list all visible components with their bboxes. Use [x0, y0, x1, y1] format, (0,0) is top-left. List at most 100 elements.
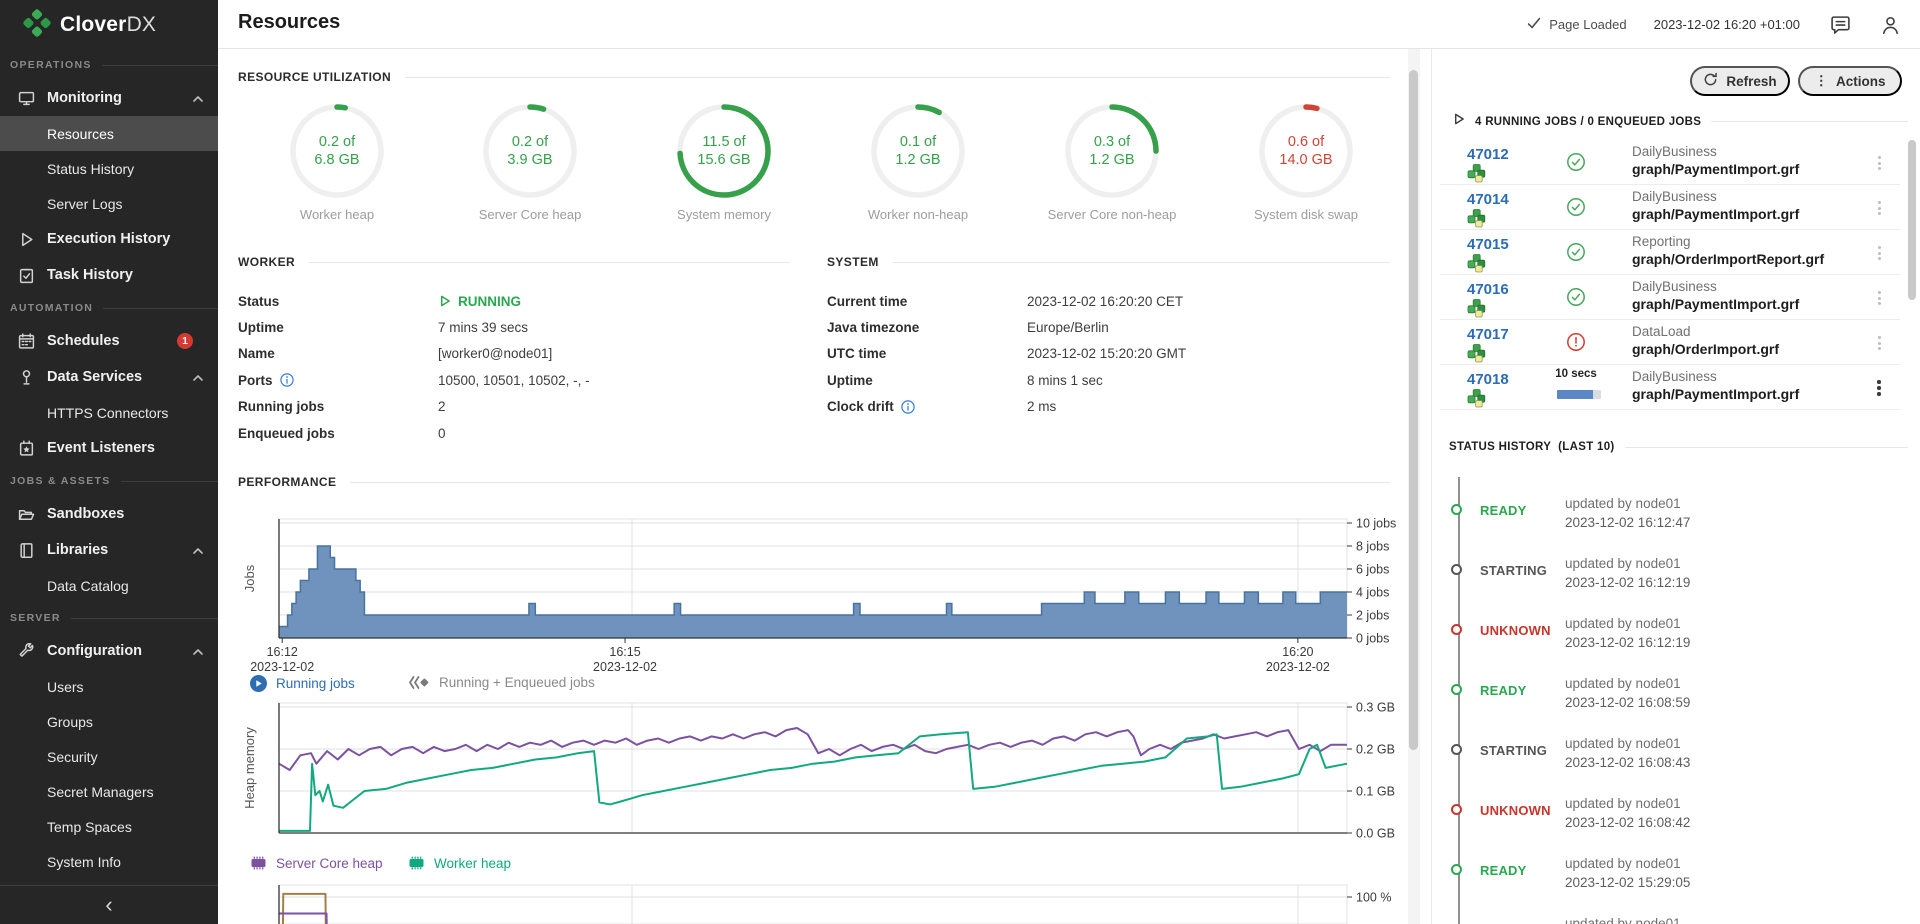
sidebar-item-event-listeners[interactable]: Event Listeners — [0, 430, 218, 466]
feedback-bubble-icon[interactable] — [1830, 15, 1850, 35]
sidebar-item-resources[interactable]: Resources — [0, 116, 218, 151]
sidebar-item-temp-spaces[interactable]: Temp Spaces — [0, 809, 218, 844]
sidebar-item-status-history[interactable]: Status History — [0, 151, 218, 186]
info-row-current-time: Current time2023-12-02 16:20:20 CET — [827, 288, 1183, 314]
job-id-link[interactable]: 47016 — [1467, 281, 1509, 298]
legend-item-running-enqueued-jobs[interactable]: Running + Enqueued jobs — [408, 675, 595, 690]
right-panel: Refresh ⋮ Actions 4 RUNNING JOBS / 0 ENQ… — [1432, 49, 1920, 924]
sidebar-item-task-history[interactable]: Task History — [0, 257, 218, 293]
heap-memory-chart: 0.3 GB0.2 GB0.1 GB0.0 GBHeap memory — [238, 695, 1404, 845]
success-circle-icon — [1566, 197, 1586, 222]
status-dot — [1451, 684, 1462, 695]
job-status — [1558, 242, 1594, 267]
svg-text:0.2 GB: 0.2 GB — [1356, 743, 1395, 757]
sidebar-item-system-info[interactable]: System Info — [0, 844, 218, 879]
job-progress-bar — [1557, 390, 1601, 399]
sidebar-item-security[interactable]: Security — [0, 739, 218, 774]
svg-text:2023-12-02: 2023-12-02 — [250, 660, 314, 674]
app-logo[interactable]: CloverDX — [0, 0, 218, 50]
refresh-button[interactable]: Refresh — [1690, 66, 1790, 96]
calendar-icon — [18, 333, 35, 350]
legend-item-server-core-heap[interactable]: Server Core heap — [250, 855, 383, 871]
svg-text:0.3 GB: 0.3 GB — [1356, 701, 1395, 715]
status-label: READY — [1480, 863, 1527, 878]
page-title: Resources — [238, 11, 340, 34]
job-id-link[interactable]: 47014 — [1467, 191, 1509, 208]
info-row-ports: Ports10500, 10501, 10502, -, - — [238, 367, 590, 393]
user-account-icon[interactable] — [1880, 15, 1900, 35]
job-duration: 10 secs — [1540, 368, 1612, 380]
svg-text:0.0 GB: 0.0 GB — [1356, 827, 1395, 841]
job-sandbox: DailyBusiness — [1632, 279, 1717, 294]
svg-text:Jobs: Jobs — [242, 564, 257, 592]
gauge-label: Worker non-heap — [853, 207, 983, 222]
job-id-link[interactable]: 47017 — [1467, 326, 1509, 343]
job-id-link[interactable]: 47015 — [1467, 236, 1509, 253]
info-icon[interactable] — [280, 373, 294, 387]
job-sandbox: DailyBusiness — [1632, 144, 1717, 159]
sidebar-item-data-catalog[interactable]: Data Catalog — [0, 568, 218, 603]
sidebar-item-configuration[interactable]: Configuration — [0, 633, 218, 669]
job-row-47016[interactable]: 47016 DailyBusiness graph/PaymentImport.… — [1440, 275, 1900, 320]
gauge-label: Server Core non-heap — [1047, 207, 1177, 222]
status-history-header: STATUS HISTORY (LAST 10) — [1449, 441, 1908, 453]
sidebar-collapse-button[interactable]: ‹ — [0, 885, 218, 924]
info-icon[interactable] — [901, 400, 915, 414]
schedules-badge: 1 — [177, 333, 193, 349]
sidebar-item-server-logs[interactable]: Server Logs — [0, 186, 218, 221]
topbar: Resources Page Loaded 2023-12-02 16:20 +… — [218, 0, 1920, 49]
gauge-worker-heap: 0.2 of6.8 GB Worker heap — [272, 103, 402, 231]
info-row-java-timezone: Java timezoneEurope/Berlin — [827, 314, 1109, 340]
status-updated-by: updated by node01 — [1565, 496, 1681, 511]
job-row-47012[interactable]: 47012 DailyBusiness graph/PaymentImport.… — [1440, 140, 1900, 185]
job-path: graph/PaymentImport.grf — [1632, 386, 1799, 402]
status-updated-by: updated by node01 — [1565, 796, 1681, 811]
enqueued-jobs-icon — [408, 675, 430, 690]
job-id-link[interactable]: 47018 — [1467, 371, 1509, 388]
status-dot — [1451, 624, 1462, 635]
sidebar-item-secret-managers[interactable]: Secret Managers — [0, 774, 218, 809]
kebab-icon: ⋮ — [1814, 73, 1828, 89]
sidebar: CloverDX OPERATIONSMonitoringResourcesSt… — [0, 0, 218, 924]
job-menu-kebab-icon[interactable] — [1872, 152, 1886, 174]
sidebar-item-https-connectors[interactable]: HTTPS Connectors — [0, 395, 218, 430]
topbar-timestamp: 2023-12-02 16:20 +01:00 — [1654, 17, 1800, 32]
job-row-47014[interactable]: 47014 DailyBusiness graph/PaymentImport.… — [1440, 185, 1900, 230]
status-dot — [1451, 864, 1462, 875]
job-menu-kebab-icon[interactable] — [1872, 377, 1886, 399]
job-sandbox: DailyBusiness — [1632, 189, 1717, 204]
job-row-47017[interactable]: 47017 DataLoad graph/OrderImport.grf — [1440, 320, 1900, 365]
sidebar-item-monitoring[interactable]: Monitoring — [0, 80, 218, 116]
job-id-link[interactable]: 47012 — [1467, 146, 1509, 163]
info-row-running-jobs: Running jobs2 — [238, 394, 446, 420]
clover-job-icon — [1467, 389, 1487, 413]
sidebar-item-execution-history[interactable]: Execution History — [0, 221, 218, 257]
running-jobs-chart: 10 jobs8 jobs6 jobs4 jobs2 jobs0 jobs16:… — [238, 510, 1404, 674]
sidebar-item-schedules[interactable]: Schedules1 — [0, 323, 218, 359]
play-icon — [18, 231, 35, 248]
monitor-icon — [18, 90, 35, 107]
status-time: 2023-12-02 15:29:05 — [1565, 875, 1690, 890]
status-history-timeline — [1458, 477, 1460, 924]
sidebar-item-data-services[interactable]: Data Services — [0, 359, 218, 395]
job-row-47015[interactable]: 47015 Reporting graph/OrderImportReport.… — [1440, 230, 1900, 275]
data-services-icon — [18, 369, 35, 386]
legend-item-worker-heap[interactable]: Worker heap — [408, 855, 511, 871]
cloverdx-logo-icon — [22, 8, 52, 43]
panel-scrollbar-thumb[interactable] — [1908, 140, 1916, 300]
actions-button[interactable]: ⋮ Actions — [1798, 66, 1902, 96]
job-row-47018[interactable]: 47018 10 secs DailyBusiness graph/Paymen… — [1440, 365, 1900, 410]
sidebar-item-libraries[interactable]: Libraries — [0, 532, 218, 568]
refresh-icon — [1703, 72, 1718, 90]
job-sandbox: DataLoad — [1632, 324, 1691, 339]
legend-item-running-jobs[interactable]: Running jobs — [250, 675, 355, 692]
job-menu-kebab-icon[interactable] — [1872, 287, 1886, 309]
job-menu-kebab-icon[interactable] — [1872, 332, 1886, 354]
sidebar-item-sandboxes[interactable]: Sandboxes — [0, 496, 218, 532]
job-menu-kebab-icon[interactable] — [1872, 242, 1886, 264]
sidebar-item-users[interactable]: Users — [0, 669, 218, 704]
sidebar-item-groups[interactable]: Groups — [0, 704, 218, 739]
svg-text:16:12: 16:12 — [267, 645, 298, 659]
job-menu-kebab-icon[interactable] — [1872, 197, 1886, 219]
main-scrollbar-thumb[interactable] — [1409, 70, 1418, 750]
